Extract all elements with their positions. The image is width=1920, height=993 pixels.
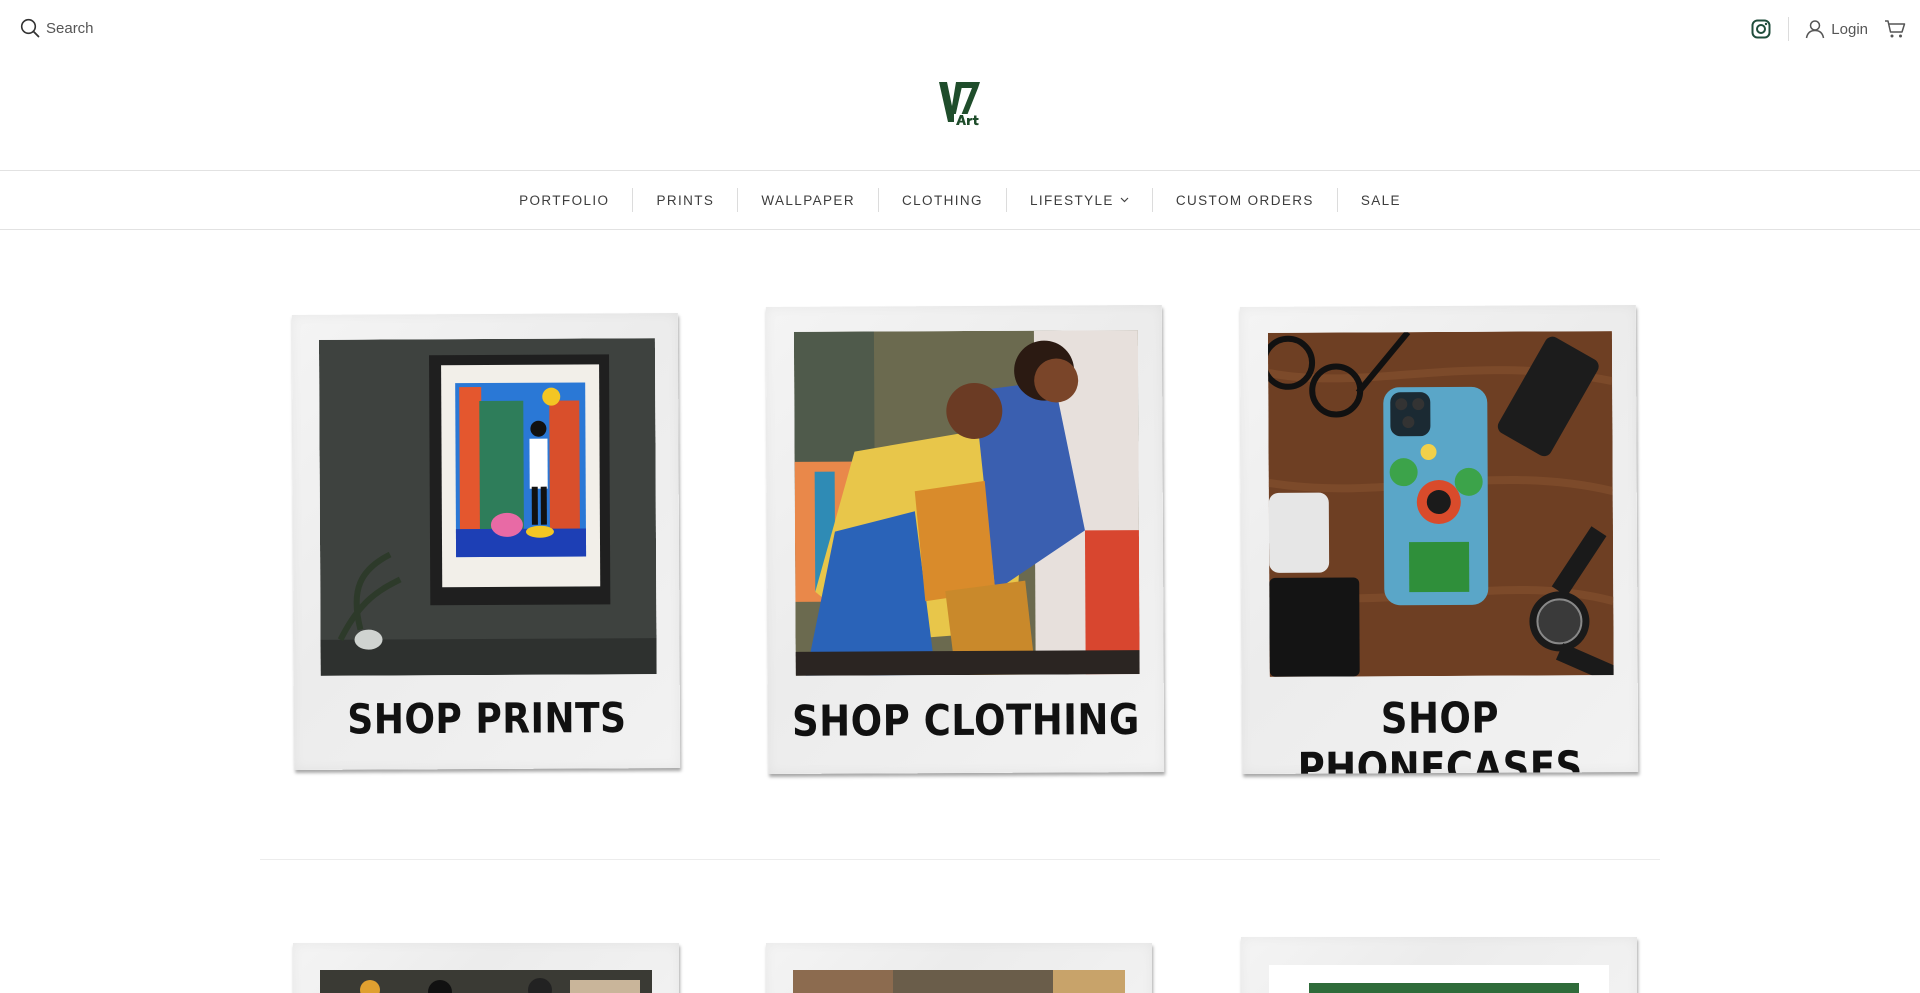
shop-clothing-caption: SHOP CLOTHING	[791, 694, 1140, 747]
instagram-link[interactable]	[1750, 18, 1772, 40]
shop-clothing-card[interactable]: SHOP CLOTHING	[765, 304, 1165, 775]
user-icon	[1806, 20, 1825, 39]
shop-phonecases-caption: SHOP PHONECASES	[1297, 693, 1583, 775]
nav-wallpaper-label: WALLPAPER	[761, 192, 855, 208]
chevron-down-icon	[1120, 197, 1129, 203]
second-row-card-2[interactable]	[766, 943, 1152, 993]
nav-sale-label: SALE	[1360, 192, 1401, 208]
nav-portfolio-label: PORTFOLIO	[519, 192, 610, 208]
header-divider	[1788, 17, 1790, 41]
second-row-photo-3	[1269, 965, 1609, 993]
nav-prints[interactable]: PRINTS	[633, 193, 737, 208]
nav-lifestyle[interactable]: LIFESTYLE	[1007, 193, 1152, 208]
login-label: Login	[1831, 20, 1868, 38]
login-link[interactable]: Login	[1805, 19, 1868, 39]
shop-phonecases-card[interactable]: SHOP PHONECASES	[1239, 304, 1639, 775]
search-button[interactable]: Search	[20, 18, 94, 38]
nav-custom-orders-label: CUSTOM ORDERS	[1175, 192, 1314, 208]
instagram-icon	[1751, 19, 1771, 39]
brand-logo[interactable]	[936, 78, 984, 128]
nav-clothing-label: CLOTHING	[901, 192, 983, 208]
second-row-photo-2	[793, 970, 1125, 993]
phonecases-photo	[1267, 331, 1614, 677]
logo-area	[0, 78, 1920, 130]
second-row-photo-1	[320, 970, 652, 993]
nav-prints-label: PRINTS	[656, 192, 715, 208]
search-icon	[20, 18, 40, 38]
shop-prints-card[interactable]: SHOP PRINTS	[291, 312, 681, 771]
nav-portfolio[interactable]: PORTFOLIO	[496, 193, 632, 208]
second-row-card-1[interactable]	[293, 943, 679, 993]
cart-button[interactable]	[1884, 19, 1906, 39]
section-divider	[260, 859, 1660, 860]
clothing-photo	[793, 330, 1140, 676]
nav-sale[interactable]: SALE	[1338, 193, 1424, 208]
search-label: Search	[46, 19, 94, 37]
nav-lifestyle-label: LIFESTYLE	[1029, 192, 1114, 208]
shop-prints-caption: SHOP PRINTS	[347, 695, 627, 744]
nav-custom-orders[interactable]: CUSTOM ORDERS	[1153, 193, 1337, 208]
top-bar: Search Login	[0, 0, 1920, 58]
nav-clothing[interactable]: CLOTHING	[879, 193, 1006, 208]
prints-photo	[318, 338, 657, 676]
main-nav: PORTFOLIO PRINTS WALLPAPER CLOTHING LIFE…	[0, 170, 1920, 230]
nav-wallpaper[interactable]: WALLPAPER	[738, 193, 878, 208]
second-row-card-3[interactable]	[1241, 937, 1637, 993]
cart-icon	[1885, 20, 1906, 38]
